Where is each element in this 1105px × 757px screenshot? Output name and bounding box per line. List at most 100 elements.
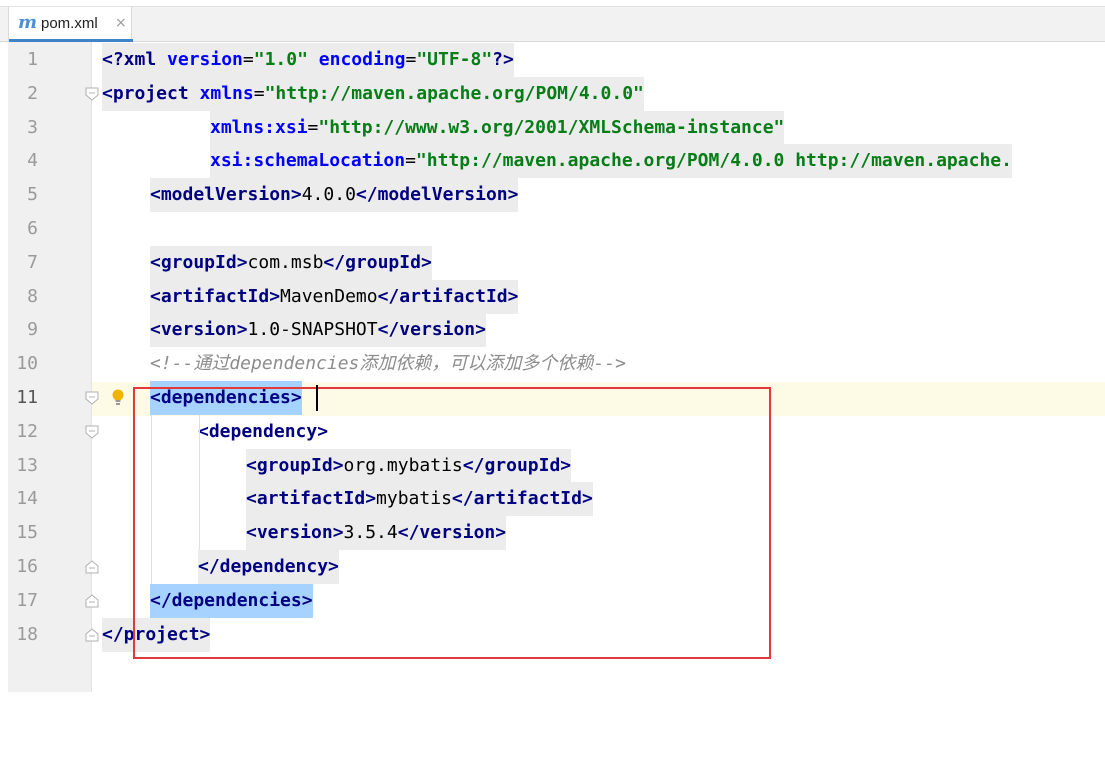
code-line[interactable]: 5 <modelVersion>4.0.0</modelVersion> <box>0 178 1105 213</box>
xml-text: 3.5.4 <box>343 522 398 544</box>
line-number: 10 <box>16 353 38 375</box>
xml-text: = <box>405 150 416 172</box>
code-line[interactable]: 9 <version>1.0-SNAPSHOT</version> <box>0 313 1105 348</box>
code-text: <?xml version="1.0" encoding="UTF-8"?> <box>102 43 514 77</box>
xml-tag: <version> <box>246 522 344 544</box>
fold-end-icon[interactable] <box>85 627 99 642</box>
maven-m-icon: m <box>18 12 38 33</box>
line-number: 15 <box>16 522 38 544</box>
line-number: 5 <box>27 184 38 206</box>
code-line[interactable]: 18 </project> <box>0 617 1105 652</box>
xml-tag: </project> <box>102 623 211 645</box>
xml-tag: <project <box>102 82 200 104</box>
code-line[interactable]: 15 <version>3.5.4</version> <box>0 516 1105 551</box>
line-number: 3 <box>27 116 38 138</box>
tab-label: pom.xml <box>41 15 98 32</box>
tab-pom-xml[interactable]: m pom.xml × <box>8 7 133 42</box>
code-text: </dependencies> <box>150 583 313 618</box>
line-number: 13 <box>16 454 38 476</box>
code-line[interactable]: 11 <dependencies> <box>0 381 1105 415</box>
line-number: 7 <box>27 251 38 273</box>
code-line[interactable]: 2 <project xmlns="http://maven.apache.org… <box>0 76 1105 111</box>
xml-tag: ?> <box>492 49 514 70</box>
line-number: 6 <box>27 218 38 239</box>
editor-tab-bar: m pom.xml × <box>0 7 1105 42</box>
xml-text: = <box>405 49 417 70</box>
xml-attribute-value: "http://maven.apache.org/POM/4.0.0" <box>264 82 644 104</box>
code-text: <version>1.0-SNAPSHOT</version> <box>150 313 486 348</box>
code-line[interactable]: 10 <!--通过dependencies添加依赖，可以添加多个依赖--> <box>0 347 1105 381</box>
fold-end-icon[interactable] <box>85 594 99 608</box>
code-text: <dependency> <box>198 415 328 449</box>
code-line[interactable]: 7 <groupId>com.msb</groupId> <box>0 245 1105 280</box>
xml-tag: </dependencies> <box>150 589 313 611</box>
xml-attribute-value: "UTF-8" <box>416 49 493 70</box>
code-text: xmlns:xsi="http://www.w3.org/2001/XMLSch… <box>210 110 785 145</box>
xml-tag: <dependencies> <box>150 387 302 408</box>
xml-text: 4.0.0 <box>301 184 356 206</box>
xml-tag: </version> <box>377 319 486 341</box>
code-text: </project> <box>102 617 211 652</box>
xml-text: com.msb <box>247 251 324 273</box>
indent-guide <box>199 414 200 550</box>
code-line[interactable]: 16 </dependency> <box>0 550 1105 584</box>
intention-bulb-icon[interactable] <box>111 388 127 408</box>
code-editor[interactable]: 1 <?xml version="1.0" encoding="UTF-8"?> 2… <box>0 42 1105 757</box>
line-number: 4 <box>27 150 38 172</box>
line-number: 18 <box>16 623 38 645</box>
code-line[interactable]: 6 <box>0 212 1105 246</box>
code-line[interactable]: 12 <dependency> <box>0 415 1105 449</box>
xml-tag: </artifactId> <box>377 285 519 307</box>
code-text: <project xmlns="http://maven.apache.org/… <box>102 76 644 111</box>
xml-tag: <version> <box>150 319 248 341</box>
line-number: 11 <box>16 387 38 408</box>
code-text: <version>3.5.4</version> <box>246 516 507 551</box>
fold-expand-icon[interactable] <box>85 87 99 101</box>
code-line[interactable]: 4 xsi:schemaLocation="http://maven.apache… <box>0 144 1105 179</box>
xml-attribute-name: xmlns <box>199 82 254 104</box>
xml-attribute-value: "http://www.w3.org/2001/XMLSchema-instan… <box>318 116 785 138</box>
xml-tag: </artifactId> <box>451 488 593 510</box>
fold-expand-icon[interactable] <box>85 391 99 405</box>
text-caret <box>316 385 318 411</box>
xml-text: 1.0-SNAPSHOT <box>247 319 378 341</box>
fold-expand-icon[interactable] <box>85 425 99 439</box>
line-number: 1 <box>27 49 38 70</box>
code-line[interactable]: 17 </dependencies> <box>0 583 1105 618</box>
xml-text <box>308 49 319 70</box>
xml-tag: </dependency> <box>198 556 339 577</box>
xml-text: MavenDemo <box>280 285 378 307</box>
code-text: <modelVersion>4.0.0</modelVersion> <box>150 178 519 213</box>
xml-text: = <box>253 82 265 104</box>
line-number: 9 <box>27 319 38 341</box>
code-line[interactable]: 1 <?xml version="1.0" encoding="UTF-8"?> <box>0 43 1105 77</box>
xml-attribute-name: encoding <box>318 49 406 70</box>
xml-tag: <modelVersion> <box>150 184 302 206</box>
xml-attribute-name: xmlns:xsi <box>210 116 308 138</box>
fold-end-icon[interactable] <box>85 560 99 574</box>
code-text: <dependencies> <box>150 381 302 415</box>
xml-attribute-name: xsi:schemaLocation <box>210 150 406 172</box>
line-number: 12 <box>16 420 38 442</box>
line-number: 14 <box>16 488 38 510</box>
code-line[interactable]: 8 <artifactId>MavenDemo</artifactId> <box>0 279 1105 314</box>
code-text: <artifactId>mybatis</artifactId> <box>246 482 593 517</box>
xml-tag: <?xml <box>102 49 168 70</box>
code-text: <groupId>com.msb</groupId> <box>150 245 432 280</box>
xml-attribute-value: "1.0" <box>253 49 308 70</box>
window-top-edge <box>0 0 1105 7</box>
xml-tag: <dependency> <box>198 420 329 442</box>
code-line[interactable]: 3 xmlns:xsi="http://www.w3.org/2001/XMLSc… <box>0 110 1105 145</box>
xml-tag: </version> <box>397 522 507 544</box>
xml-tag: </groupId> <box>462 454 572 476</box>
indent-guide <box>151 414 152 584</box>
xml-tag: <groupId> <box>246 454 344 476</box>
code-line[interactable]: 13 <groupId>org.mybatis</groupId> <box>0 448 1105 483</box>
code-text: xsi:schemaLocation="http://maven.apache.… <box>210 144 1012 179</box>
xml-tag: </modelVersion> <box>355 184 519 206</box>
xml-text: = <box>242 49 254 70</box>
code-text: <!--通过dependencies添加依赖，可以添加多个依赖--> <box>150 347 626 381</box>
code-line[interactable]: 14 <artifactId>mybatis</artifactId> <box>0 482 1105 517</box>
xml-attribute-value: "http://maven.apache.org/POM/4.0.0 http:… <box>415 150 1012 172</box>
close-icon[interactable]: × <box>115 15 127 31</box>
